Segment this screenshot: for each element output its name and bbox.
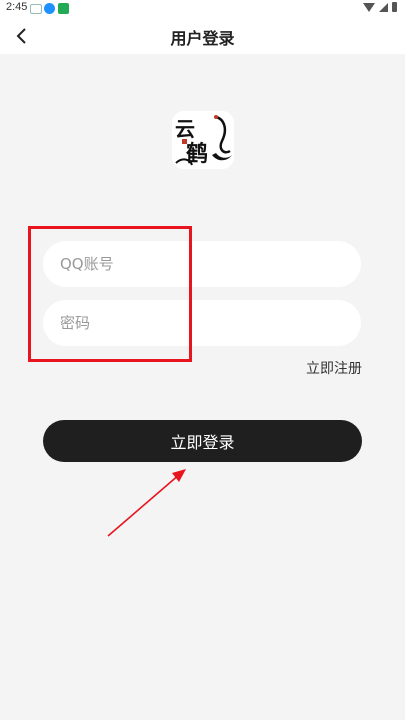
battery-icon [392, 2, 397, 12]
signal-icon [379, 2, 388, 12]
crane-logo-icon: 云 鹤 [172, 111, 234, 169]
app-icon-green [58, 3, 69, 14]
app-logo: 云 鹤 [172, 111, 234, 169]
page-title: 用户登录 [170, 29, 235, 48]
status-bar: 2:45 [0, 0, 405, 18]
status-time: 2:45 [6, 1, 28, 13]
notification-icon [30, 4, 42, 14]
svg-text:云: 云 [175, 117, 195, 141]
highlight-box [28, 226, 192, 362]
annotation-arrow-icon [107, 469, 186, 537]
wifi-icon [363, 2, 375, 12]
register-link[interactable]: 立即注册 [306, 358, 362, 378]
app-icon [44, 3, 55, 14]
login-button[interactable]: 立即登录 [43, 420, 362, 462]
status-icons [363, 2, 397, 12]
svg-text:鹤: 鹤 [186, 141, 208, 167]
app-header: 用户登录 [0, 18, 405, 54]
